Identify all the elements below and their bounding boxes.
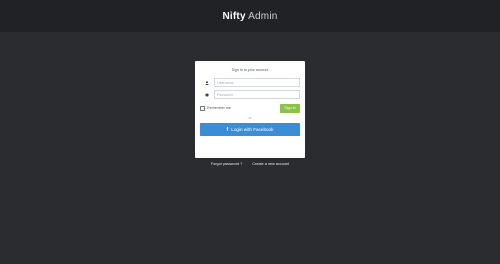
facebook-button-label: Login with Facebook <box>231 127 274 132</box>
login-panel: Sign In to your account Remember me <box>195 61 305 158</box>
asterisk-icon <box>200 90 214 99</box>
remember-checkbox[interactable] <box>200 105 205 111</box>
user-icon <box>200 78 214 87</box>
login-title: Sign In to your account <box>231 68 269 72</box>
sign-in-button[interactable]: Sign In <box>280 103 300 113</box>
brand-logo[interactable]: Nifty Admin <box>222 11 277 22</box>
username-input[interactable] <box>214 78 300 87</box>
login-with-facebook-button[interactable]: f Login with Facebook <box>200 123 300 136</box>
brand-name-light: Admin <box>248 10 278 22</box>
remember-label: Remember me <box>207 106 231 110</box>
forgot-password-link[interactable]: Forgot password ? <box>211 162 242 166</box>
remember-me[interactable]: Remember me <box>200 105 231 111</box>
facebook-icon: f <box>226 126 229 133</box>
password-input[interactable] <box>214 90 300 99</box>
or-divider: - or - <box>246 116 254 120</box>
brand-name-bold: Nifty <box>222 10 246 22</box>
password-field <box>200 90 300 99</box>
top-bar: Nifty Admin <box>0 0 500 32</box>
footer-links: Forgot password ? Create a new account <box>0 162 500 166</box>
create-account-link[interactable]: Create a new account <box>252 162 289 166</box>
username-field <box>200 78 300 87</box>
remember-row: Remember me Sign In <box>200 103 300 113</box>
